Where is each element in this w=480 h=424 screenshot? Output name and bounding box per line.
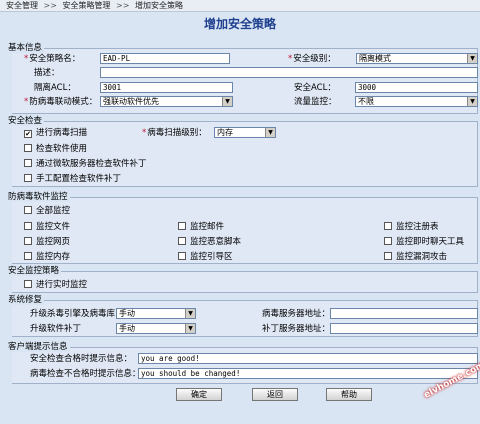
quarantine-acl-label: 隔离ACL： xyxy=(34,83,76,93)
breadcrumb-separator: >> xyxy=(43,1,57,10)
av-file-checkbox[interactable] xyxy=(24,222,32,230)
secure-acl-label: 安全ACL： xyxy=(294,83,336,93)
av-boot-checkbox[interactable] xyxy=(178,252,186,260)
patch-ms-option[interactable]: 通过微软服务器检查软件补丁 xyxy=(24,159,147,170)
security-level-label: *安全级别： xyxy=(288,54,336,64)
upgrade-patch-label: 升级软件补丁 xyxy=(30,324,82,334)
quarantine-acl-input[interactable]: 3001 xyxy=(100,82,233,93)
upgrade-patch-select[interactable]: 手动 ▼ xyxy=(116,323,196,334)
breadcrumb-separator: >> xyxy=(116,1,130,10)
fail-message-label: 病毒检查不合格时提示信息： xyxy=(30,369,141,379)
av-mode-label: *防病毒联动模式： xyxy=(24,97,98,107)
patch-ms-checkbox[interactable] xyxy=(24,159,32,167)
breadcrumb: 安全管理 >> 安全策略管理 >> 增加安全策略 xyxy=(0,0,480,12)
virus-scan-checkbox[interactable]: ✔ xyxy=(24,130,32,138)
required-star-icon: * xyxy=(24,97,29,107)
av-server-label: 病毒服务器地址： xyxy=(262,309,331,319)
av-option-script[interactable]: 监控恶意脚本 xyxy=(178,237,241,248)
av-monitor-legend: 防病毒软件监控 xyxy=(8,192,70,202)
chevron-down-icon: ▼ xyxy=(467,97,477,106)
required-star-icon: * xyxy=(142,128,147,138)
upgrade-engine-select[interactable]: 手动 ▼ xyxy=(116,308,196,319)
patch-server-label: 补丁服务器地址： xyxy=(262,324,331,334)
av-im-checkbox[interactable] xyxy=(384,237,392,245)
scan-level-label: *病毒扫描级别： xyxy=(142,128,207,138)
patch-server-input[interactable] xyxy=(330,323,478,334)
chevron-down-icon: ▼ xyxy=(185,309,195,318)
description-input[interactable] xyxy=(100,67,478,78)
traffic-monitor-select[interactable]: 不限 ▼ xyxy=(355,96,478,107)
av-option-im[interactable]: 监控即时聊天工具 xyxy=(384,237,464,248)
pass-message-input[interactable]: you are good! xyxy=(138,353,478,364)
check-software-checkbox[interactable] xyxy=(24,144,32,152)
basic-info-legend: 基本信息 xyxy=(8,43,45,53)
check-software-option[interactable]: 检查软件使用 xyxy=(24,144,87,155)
chevron-down-icon: ▼ xyxy=(467,54,477,63)
av-option-file[interactable]: 监控文件 xyxy=(24,222,70,233)
av-option-mail[interactable]: 监控邮件 xyxy=(178,222,224,233)
policy-name-label: *安全策略名： xyxy=(24,54,81,64)
av-all-checkbox[interactable] xyxy=(24,206,32,214)
av-option-memory[interactable]: 监控内存 xyxy=(24,252,70,263)
av-memory-checkbox[interactable] xyxy=(24,252,32,260)
av-option-all[interactable]: 全部监控 xyxy=(24,206,70,217)
av-script-checkbox[interactable] xyxy=(178,237,186,245)
av-server-input[interactable] xyxy=(330,308,478,319)
upgrade-engine-label: 升级杀毒引擎及病毒库 xyxy=(30,309,116,319)
av-option-boot[interactable]: 监控引导区 xyxy=(178,252,233,263)
security-level-select[interactable]: 隔离模式 ▼ xyxy=(356,53,478,64)
av-exploit-checkbox[interactable] xyxy=(384,252,392,260)
virus-scan-option[interactable]: ✔ 进行病毒扫描 xyxy=(24,128,87,139)
realtime-monitor-checkbox[interactable] xyxy=(24,280,32,288)
av-registry-checkbox[interactable] xyxy=(384,222,392,230)
realtime-monitor-option[interactable]: 进行实时监控 xyxy=(24,280,87,291)
help-button[interactable]: 帮助 xyxy=(326,388,372,401)
fail-message-input[interactable]: you should be changed! xyxy=(138,368,478,379)
breadcrumb-item-add-policy: 增加安全策略 xyxy=(135,1,183,10)
av-web-checkbox[interactable] xyxy=(24,237,32,245)
security-check-legend: 安全检查 xyxy=(8,116,45,126)
traffic-monitor-label: 流量监控： xyxy=(294,97,337,107)
back-button[interactable]: 返回 xyxy=(252,388,298,401)
chevron-down-icon: ▼ xyxy=(222,97,232,106)
av-mail-checkbox[interactable] xyxy=(178,222,186,230)
scan-level-select[interactable]: 内存 ▼ xyxy=(214,127,276,138)
pass-message-label: 安全检查合格时提示信息： xyxy=(30,354,133,364)
av-option-registry[interactable]: 监控注册表 xyxy=(384,222,439,233)
patch-manual-option[interactable]: 手工配置检查软件补丁 xyxy=(24,174,121,185)
ok-button[interactable]: 确定 xyxy=(176,388,222,401)
system-repair-legend: 系统修复 xyxy=(8,295,45,305)
breadcrumb-item-policy-mgmt[interactable]: 安全策略管理 xyxy=(63,1,111,10)
av-option-exploit[interactable]: 监控漏洞攻击 xyxy=(384,252,447,263)
chevron-down-icon: ▼ xyxy=(185,324,195,333)
breadcrumb-item-security-mgmt[interactable]: 安全管理 xyxy=(6,1,38,10)
page-title: 增加安全策略 xyxy=(203,17,276,31)
required-star-icon: * xyxy=(24,54,29,64)
patch-manual-checkbox[interactable] xyxy=(24,174,32,182)
av-option-web[interactable]: 监控网页 xyxy=(24,237,70,248)
required-star-icon: * xyxy=(288,54,293,64)
secure-acl-input[interactable]: 3000 xyxy=(355,82,478,93)
av-mode-select[interactable]: 强联动软件优先 ▼ xyxy=(100,96,233,107)
chevron-down-icon: ▼ xyxy=(265,128,275,137)
client-message-legend: 客户端提示信息 xyxy=(8,342,70,352)
policy-name-input[interactable]: EAD-PL xyxy=(100,53,230,64)
security-monitor-legend: 安全监控策略 xyxy=(8,266,62,276)
description-label: 描述： xyxy=(34,68,60,78)
